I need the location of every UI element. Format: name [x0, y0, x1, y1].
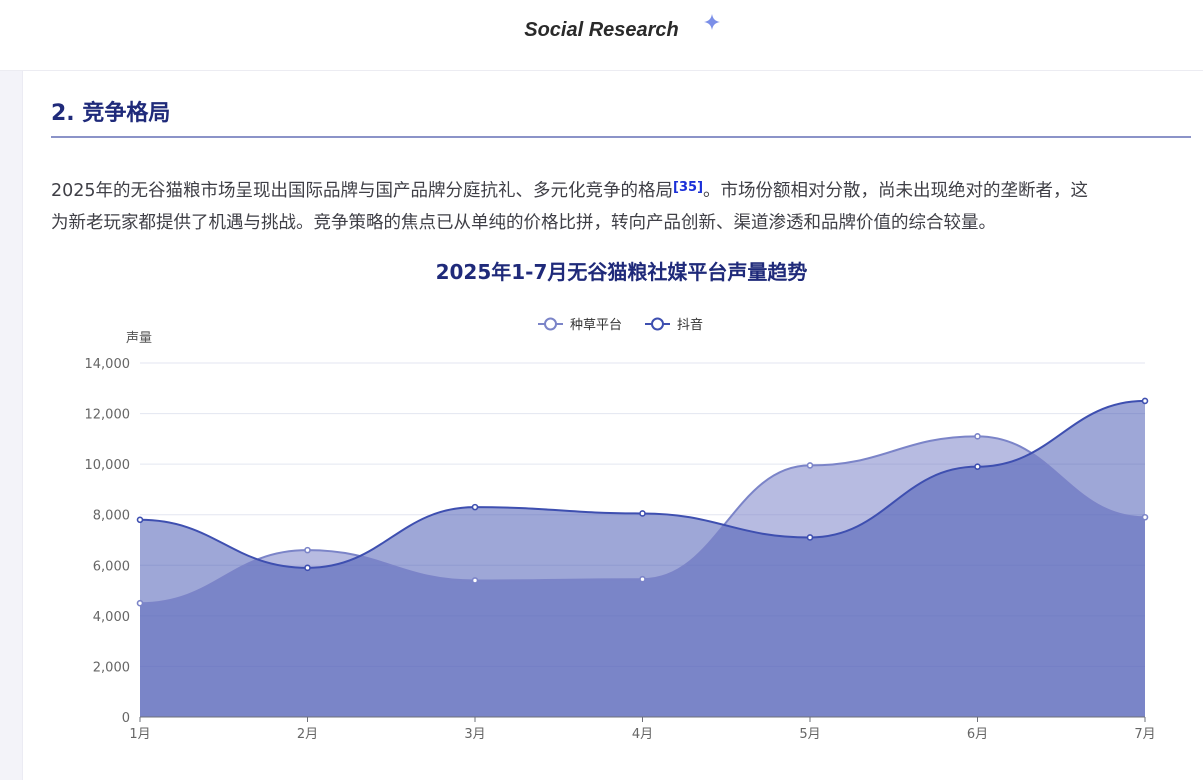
chart-areas: [140, 400, 1145, 717]
data-point: [639, 575, 646, 583]
data-point: [471, 577, 479, 584]
y-tick-label: 8,000: [93, 509, 130, 524]
y-tick-label: 2,000: [93, 660, 130, 675]
section-paragraph: 2025年的无谷猫粮市场呈现出国际品牌与国产品牌分庭抗礼、多元化竞争的格局[35…: [51, 170, 1201, 239]
legend-label: 抖音: [677, 317, 703, 333]
legend-item[interactable]: 抖音: [645, 317, 703, 333]
brand-logo: Social Research: [524, 19, 679, 41]
legend-label: 种草平台: [570, 318, 622, 333]
section-title: 2. 竞争格局: [51, 101, 171, 126]
paragraph-line-1: 2025年的无谷猫粮市场呈现出国际品牌与国产品牌分庭抗礼、多元化竞争的格局[35…: [51, 180, 1089, 201]
data-point: [304, 546, 311, 554]
area-chart: 14,000 12,000 10,000 8,000 6,000 4,000 2,000 0 声…: [85, 317, 1156, 742]
chart-legend[interactable]: 种草平台 抖音: [538, 317, 703, 333]
x-tick-label: 4月: [632, 727, 653, 742]
x-tick-label: 3月: [464, 727, 485, 742]
chart-title: 2025年1-7月无谷猫粮社媒平台声量趋势: [435, 260, 808, 284]
y-tick-label: 12,000: [85, 408, 131, 423]
sparkle-icon: [704, 14, 720, 30]
y-tick-label: 10,000: [85, 458, 131, 473]
x-tick-label: 1月: [129, 727, 150, 742]
legend-swatch-marker: [544, 317, 557, 331]
section-divider: [51, 136, 1191, 138]
data-point: [136, 599, 144, 607]
y-axis-label: 声量: [126, 331, 152, 346]
citation-link[interactable]: [35]: [673, 180, 703, 195]
x-tick-label: 7月: [1134, 727, 1155, 742]
legend-item[interactable]: 种草平台: [538, 317, 622, 333]
data-point: [639, 510, 646, 517]
y-tick-label: 6,000: [93, 559, 130, 574]
y-tick-label: 4,000: [93, 610, 130, 625]
x-tick-label: 5月: [799, 727, 820, 742]
data-point: [471, 503, 479, 511]
y-tick-label: 0: [122, 711, 130, 726]
y-tick-label: 14,000: [85, 357, 131, 372]
x-tick-label: 2月: [297, 727, 318, 742]
paragraph-line-2: 为新老玩家都提供了机遇与挑战。竞争策略的焦点已从单纯的价格比拼，转向产品创新、渠…: [51, 212, 996, 233]
data-point: [806, 534, 814, 541]
x-tick-label: 6月: [967, 727, 988, 742]
data-point: [1141, 513, 1149, 521]
legend-swatch-marker: [651, 317, 664, 331]
top-bar: Social Research: [0, 0, 1203, 71]
data-point: [1141, 397, 1149, 405]
data-point: [974, 463, 981, 470]
data-point: [304, 564, 311, 572]
data-point: [974, 433, 981, 440]
data-point: [806, 462, 814, 469]
data-point: [136, 516, 144, 524]
